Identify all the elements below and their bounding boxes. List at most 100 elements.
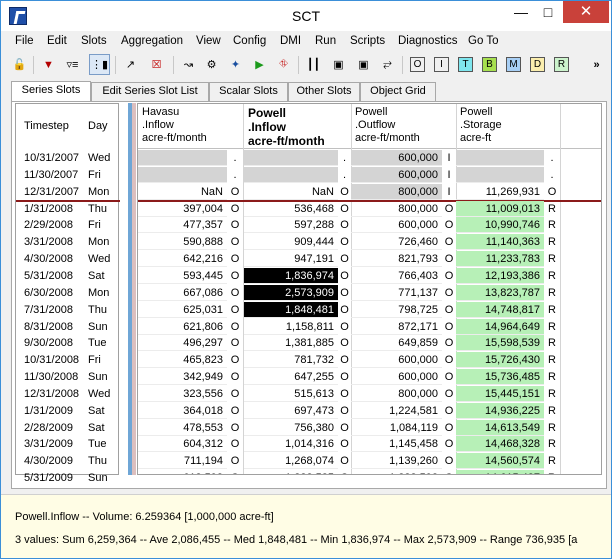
flag-cell[interactable]: O <box>442 268 456 284</box>
flag-cell[interactable]: O <box>227 403 243 419</box>
value-cell[interactable]: 11,009,013 <box>456 200 544 217</box>
day-cell[interactable]: Fri <box>88 217 118 233</box>
lock-icon[interactable]: 🔓 <box>9 54 30 75</box>
timestep-cell[interactable]: 10/31/2007 <box>24 150 86 166</box>
value-cell[interactable] <box>244 150 338 166</box>
menu-view[interactable]: View <box>196 35 221 47</box>
column-header-powell-outflow[interactable]: Powell .Outflow acre-ft/month <box>351 104 456 148</box>
flag-cell[interactable]: O <box>227 201 243 217</box>
flag-cell[interactable]: O <box>442 403 456 419</box>
timestep-cell[interactable]: 12/31/2007 <box>24 184 86 200</box>
tab-series-slots[interactable]: Series Slots <box>11 81 91 102</box>
value-cell[interactable]: 323,556 <box>138 386 227 402</box>
flag-cell[interactable]: R <box>544 436 560 452</box>
day-cell[interactable]: Thu <box>88 302 118 318</box>
timestep-cell[interactable]: 6/30/2008 <box>24 285 86 301</box>
flag-cell[interactable]: . <box>338 150 351 166</box>
flag-d-button[interactable]: D <box>530 57 545 72</box>
timestep-cell[interactable]: 11/30/2007 <box>24 167 86 183</box>
run-icon[interactable]: ✦ <box>225 54 246 75</box>
value-cell[interactable]: 647,255 <box>244 369 338 386</box>
value-cell[interactable]: 15,598,539 <box>456 335 544 352</box>
value-cell[interactable]: 478,553 <box>138 420 227 436</box>
flag-cell[interactable]: O <box>227 453 243 469</box>
column-header-powell-inflow[interactable]: Powell .Inflow acre-ft/month <box>244 104 352 148</box>
value-cell[interactable]: 593,445 <box>138 268 227 284</box>
expand-icon[interactable]: ⥂ <box>377 54 398 75</box>
flag-cell[interactable]: O <box>227 386 243 402</box>
day-cell[interactable]: Sun <box>88 369 118 385</box>
day-cell[interactable]: Wed <box>88 386 118 402</box>
series-data-grid[interactable]: Havasu .Inflow acre-ft/month Powell .Inf… <box>137 103 602 475</box>
value-cell[interactable]: 536,468 <box>244 201 338 217</box>
timestep-cell[interactable]: 4/30/2008 <box>24 251 86 267</box>
toolbar-overflow-icon[interactable]: » <box>586 54 607 75</box>
day-cell[interactable]: Thu <box>88 201 118 217</box>
flag-t-button[interactable]: T <box>458 57 473 72</box>
flag-cell[interactable]: O <box>227 319 243 335</box>
menu-file[interactable]: File <box>15 35 34 47</box>
flag-cell[interactable]: O <box>338 302 351 318</box>
day-header[interactable]: Day <box>88 118 118 134</box>
value-cell[interactable]: 14,560,574 <box>456 453 544 470</box>
flag-cell[interactable]: O <box>338 352 351 368</box>
flag-cell[interactable]: O <box>338 319 351 335</box>
value-cell[interactable]: 766,403 <box>351 268 442 284</box>
flag-cell[interactable]: R <box>544 201 560 217</box>
day-cell[interactable]: Thu <box>88 453 118 469</box>
flag-cell[interactable]: R <box>544 386 560 402</box>
flag-cell[interactable]: O <box>338 403 351 419</box>
flag-cell[interactable]: O <box>338 268 351 284</box>
flag-cell[interactable]: O <box>227 184 243 200</box>
value-cell[interactable]: 10,990,746 <box>456 217 544 234</box>
day-cell[interactable]: Mon <box>88 184 118 200</box>
fit-icon[interactable]: ▣ <box>353 54 374 75</box>
value-cell[interactable]: 465,823 <box>138 352 227 369</box>
value-cell[interactable]: 12,193,386 <box>456 267 544 284</box>
flag-cell[interactable]: R <box>544 335 560 351</box>
value-cell[interactable]: NaN <box>244 184 338 200</box>
close-slot-icon[interactable]: ☒ <box>146 54 167 75</box>
flag-cell[interactable]: O <box>227 285 243 301</box>
close-icon[interactable]: ✕ <box>563 1 609 23</box>
flag-cell[interactable]: R <box>544 453 560 469</box>
timestep-cell[interactable]: 9/30/2008 <box>24 335 86 351</box>
value-cell[interactable]: 947,191 <box>244 251 338 268</box>
value-cell[interactable]: 14,936,225 <box>456 402 544 419</box>
flag-b-button[interactable]: B <box>482 57 497 72</box>
flag-cell[interactable]: O <box>338 201 351 217</box>
flag-cell[interactable]: R <box>544 369 560 385</box>
flag-cell[interactable]: O <box>227 335 243 351</box>
flag-cell[interactable]: I <box>442 167 456 183</box>
value-cell[interactable]: 496,297 <box>138 335 227 352</box>
maximize-icon[interactable]: □ <box>535 1 561 23</box>
flag-cell[interactable]: O <box>338 453 351 469</box>
day-cell[interactable]: Wed <box>88 251 118 267</box>
value-cell[interactable] <box>456 150 544 166</box>
timestep-cell[interactable]: 3/31/2009 <box>24 436 86 452</box>
flag-cell[interactable]: R <box>544 251 560 267</box>
timestep-cell[interactable]: 8/31/2008 <box>24 319 86 335</box>
menu-dmi[interactable]: DMI <box>280 35 301 47</box>
value-cell[interactable]: NaN <box>138 184 227 200</box>
value-cell[interactable]: 14,613,549 <box>456 419 544 436</box>
value-cell[interactable]: 781,732 <box>244 352 338 369</box>
menu-config[interactable]: Config <box>233 35 266 47</box>
value-cell[interactable]: 11,269,931 <box>456 184 544 200</box>
flag-cell[interactable]: O <box>544 184 560 200</box>
day-cell[interactable]: Tue <box>88 335 118 351</box>
timestep-cell[interactable]: 11/30/2008 <box>24 369 86 385</box>
menu-slots[interactable]: Slots <box>81 35 107 47</box>
tab-scalar-slots[interactable]: Scalar Slots <box>209 82 288 101</box>
flag-r-button[interactable]: R <box>554 57 569 72</box>
flag-cell[interactable]: . <box>338 167 351 183</box>
value-cell[interactable]: 1,268,074 <box>244 453 338 470</box>
value-cell[interactable]: 600,000 <box>351 217 442 234</box>
value-cell[interactable] <box>456 166 544 183</box>
value-cell[interactable]: 872,171 <box>351 319 442 335</box>
day-cell[interactable]: Mon <box>88 285 118 301</box>
value-cell[interactable]: 1,145,458 <box>351 436 442 453</box>
menu-go-to[interactable]: Go To <box>468 35 498 47</box>
menu-edit[interactable]: Edit <box>47 35 67 47</box>
flag-m-button[interactable]: M <box>506 57 521 72</box>
